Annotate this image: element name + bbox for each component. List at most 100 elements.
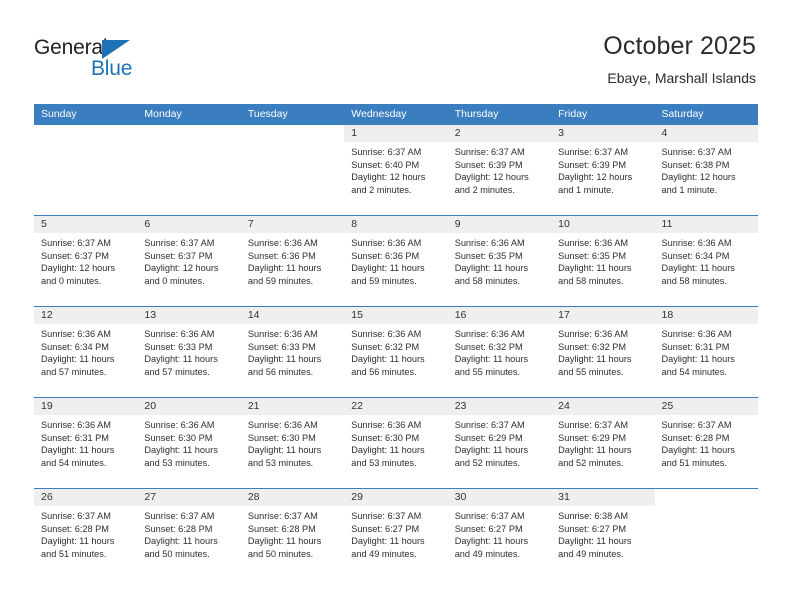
calendar-day-cell[interactable] — [137, 125, 241, 216]
day-daylight-text: Daylight: 11 hours — [351, 263, 425, 274]
day-sun-info: Sunrise: 6:36 AM Sunset: 6:30 PM Daylight:… — [344, 415, 447, 469]
day-daylight-text: Daylight: 11 hours — [558, 536, 632, 547]
day-number: 1 — [344, 125, 448, 142]
day-sun-info: Sunrise: 6:37 AM Sunset: 6:29 PM Daylight:… — [448, 415, 551, 469]
day-number — [240, 125, 345, 142]
calendar-day-cell[interactable]: 7 Sunrise: 6:36 AM Sunset: 6:36 PM Daylight… — [240, 215, 345, 307]
calendar-day-cell[interactable]: 31 Sunrise: 6:38 AM Sunset: 6:27 PM Dayligh… — [551, 488, 655, 579]
day-sun-info: Sunrise: 6:36 AM Sunset: 6:36 PM Daylight:… — [241, 233, 344, 287]
day-daylight-text: Daylight: 11 hours — [351, 445, 425, 456]
day-daylight-text: Daylight: 11 hours — [351, 354, 425, 365]
weekday-header-thursday: Thursday — [447, 104, 552, 125]
day-daylight-text: Daylight: 11 hours — [144, 445, 218, 456]
calendar-day-cell[interactable] — [654, 488, 758, 579]
day-daylight-text: and 49 minutes. — [454, 548, 521, 559]
day-sunset-text: Sunset: 6:36 PM — [247, 250, 316, 261]
calendar-day-cell[interactable]: 28 Sunrise: 6:37 AM Sunset: 6:28 PM Dayligh… — [240, 488, 345, 579]
day-sunset-text: Sunset: 6:31 PM — [41, 432, 109, 443]
day-sunrise-text: Sunrise: 6:36 AM — [41, 420, 111, 430]
calendar-day-cell[interactable]: 13 Sunrise: 6:36 AM Sunset: 6:33 PM Dayligh… — [137, 306, 241, 398]
day-sunset-text: Sunset: 6:28 PM — [41, 523, 109, 534]
day-number: 24 — [551, 398, 655, 415]
day-sunset-text: Sunset: 6:28 PM — [144, 523, 213, 534]
day-daylight-text: and 57 minutes. — [41, 366, 107, 377]
day-sunrise-text: Sunrise: 6:36 AM — [247, 238, 318, 248]
day-sunrise-text: Sunrise: 6:37 AM — [558, 147, 629, 157]
day-daylight-text: and 52 minutes. — [454, 457, 521, 468]
day-daylight-text: and 2 minutes. — [454, 184, 515, 195]
day-sun-info: Sunrise: 6:37 AM Sunset: 6:28 PM Daylight:… — [34, 506, 137, 560]
calendar-day-cell[interactable]: 19 Sunrise: 6:36 AM Sunset: 6:31 PM Dayligh… — [34, 397, 138, 489]
day-number: 27 — [137, 489, 241, 506]
calendar-day-cell[interactable]: 1 Sunrise: 6:37 AM Sunset: 6:40 PM Daylight… — [344, 125, 448, 216]
calendar-day-cell[interactable]: 3 Sunrise: 6:37 AM Sunset: 6:39 PM Daylight… — [551, 125, 655, 216]
calendar-day-cell[interactable]: 8 Sunrise: 6:36 AM Sunset: 6:36 PM Daylight… — [344, 215, 448, 307]
calendar-day-cell[interactable]: 24 Sunrise: 6:37 AM Sunset: 6:29 PM Dayligh… — [551, 397, 655, 489]
calendar-day-cell[interactable]: 27 Sunrise: 6:37 AM Sunset: 6:28 PM Dayligh… — [137, 488, 241, 579]
calendar-body: 1 Sunrise: 6:37 AM Sunset: 6:40 PM Daylight… — [34, 125, 758, 579]
calendar-day-cell[interactable]: 30 Sunrise: 6:37 AM Sunset: 6:27 PM Dayligh… — [447, 488, 552, 579]
weekday-header-friday: Friday — [551, 104, 655, 125]
day-sunset-text: Sunset: 6:29 PM — [558, 432, 627, 443]
calendar-day-cell[interactable]: 29 Sunrise: 6:37 AM Sunset: 6:27 PM Dayligh… — [344, 488, 448, 579]
day-number: 25 — [654, 398, 758, 415]
calendar-day-cell[interactable]: 25 Sunrise: 6:37 AM Sunset: 6:28 PM Dayligh… — [654, 397, 758, 489]
day-daylight-text: Daylight: 11 hours — [558, 263, 632, 274]
weekday-header-wednesday: Wednesday — [344, 104, 448, 125]
day-number: 30 — [447, 489, 552, 506]
calendar-week-row: 26 Sunrise: 6:37 AM Sunset: 6:28 PM Dayligh… — [34, 488, 758, 579]
day-daylight-text: Daylight: 11 hours — [144, 536, 218, 547]
day-sunset-text: Sunset: 6:34 PM — [661, 250, 730, 261]
day-daylight-text: and 58 minutes. — [661, 275, 727, 286]
logo-text-blue: Blue — [91, 57, 133, 80]
day-sun-info: Sunrise: 6:37 AM Sunset: 6:38 PM Daylight:… — [655, 142, 758, 196]
calendar-day-cell[interactable]: 5 Sunrise: 6:37 AM Sunset: 6:37 PM Daylight… — [34, 215, 138, 307]
calendar-day-cell[interactable]: 23 Sunrise: 6:37 AM Sunset: 6:29 PM Dayligh… — [447, 397, 552, 489]
calendar-day-cell[interactable] — [34, 125, 138, 216]
day-number: 19 — [34, 398, 138, 415]
day-sun-info: Sunrise: 6:36 AM Sunset: 6:36 PM Daylight:… — [344, 233, 447, 287]
day-number: 2 — [447, 125, 552, 142]
calendar-grid: Sunday Monday Tuesday Wednesday Thursday… — [34, 104, 758, 579]
calendar-week-row: 5 Sunrise: 6:37 AM Sunset: 6:37 PM Daylight… — [34, 215, 758, 307]
calendar-day-cell[interactable]: 22 Sunrise: 6:36 AM Sunset: 6:30 PM Dayligh… — [344, 397, 448, 489]
calendar-day-cell[interactable]: 16 Sunrise: 6:36 AM Sunset: 6:32 PM Dayligh… — [447, 306, 552, 398]
calendar-day-cell[interactable]: 20 Sunrise: 6:36 AM Sunset: 6:30 PM Dayligh… — [137, 397, 241, 489]
calendar-day-cell[interactable]: 14 Sunrise: 6:36 AM Sunset: 6:33 PM Dayligh… — [240, 306, 345, 398]
day-number: 3 — [551, 125, 655, 142]
calendar-day-cell[interactable]: 18 Sunrise: 6:36 AM Sunset: 6:31 PM Dayligh… — [654, 306, 758, 398]
calendar-day-cell[interactable] — [240, 125, 345, 216]
calendar-day-cell[interactable]: 12 Sunrise: 6:36 AM Sunset: 6:34 PM Dayligh… — [34, 306, 138, 398]
day-daylight-text: Daylight: 12 hours — [144, 263, 219, 274]
day-daylight-text: and 50 minutes. — [144, 548, 210, 559]
day-daylight-text: Daylight: 11 hours — [247, 354, 322, 365]
day-number: 18 — [654, 307, 758, 324]
day-number: 4 — [654, 125, 758, 142]
day-number: 5 — [34, 216, 138, 233]
calendar-day-cell[interactable]: 26 Sunrise: 6:37 AM Sunset: 6:28 PM Dayligh… — [34, 488, 138, 579]
day-daylight-text: Daylight: 11 hours — [247, 445, 322, 456]
day-sun-info: Sunrise: 6:37 AM Sunset: 6:28 PM Daylight:… — [137, 506, 240, 560]
calendar-day-cell[interactable]: 10 Sunrise: 6:36 AM Sunset: 6:35 PM Dayligh… — [551, 215, 655, 307]
day-daylight-text: Daylight: 11 hours — [41, 354, 115, 365]
day-daylight-text: Daylight: 11 hours — [247, 536, 322, 547]
day-daylight-text: Daylight: 11 hours — [454, 263, 529, 274]
day-daylight-text: and 53 minutes. — [144, 457, 210, 468]
day-sunrise-text: Sunrise: 6:36 AM — [351, 420, 422, 430]
day-sunset-text: Sunset: 6:30 PM — [144, 432, 213, 443]
day-number: 31 — [551, 489, 655, 506]
calendar-day-cell[interactable]: 11 Sunrise: 6:36 AM Sunset: 6:34 PM Dayligh… — [654, 215, 758, 307]
day-sunrise-text: Sunrise: 6:37 AM — [41, 238, 111, 248]
day-sunrise-text: Sunrise: 6:36 AM — [247, 420, 318, 430]
calendar-day-cell[interactable]: 6 Sunrise: 6:37 AM Sunset: 6:37 PM Daylight… — [137, 215, 241, 307]
calendar-day-cell[interactable]: 15 Sunrise: 6:36 AM Sunset: 6:32 PM Dayligh… — [344, 306, 448, 398]
weekday-header-row: Sunday Monday Tuesday Wednesday Thursday… — [34, 104, 758, 125]
day-daylight-text: and 55 minutes. — [454, 366, 521, 377]
calendar-day-cell[interactable]: 17 Sunrise: 6:36 AM Sunset: 6:32 PM Dayligh… — [551, 306, 655, 398]
calendar-day-cell[interactable]: 21 Sunrise: 6:36 AM Sunset: 6:30 PM Dayligh… — [240, 397, 345, 489]
day-sun-info: Sunrise: 6:36 AM Sunset: 6:30 PM Daylight:… — [241, 415, 344, 469]
calendar-day-cell[interactable]: 9 Sunrise: 6:36 AM Sunset: 6:35 PM Daylight… — [447, 215, 552, 307]
calendar-day-cell[interactable]: 4 Sunrise: 6:37 AM Sunset: 6:38 PM Daylight… — [654, 125, 758, 216]
calendar-day-cell[interactable]: 2 Sunrise: 6:37 AM Sunset: 6:39 PM Daylight… — [447, 125, 552, 216]
day-sunrise-text: Sunrise: 6:36 AM — [661, 238, 732, 248]
